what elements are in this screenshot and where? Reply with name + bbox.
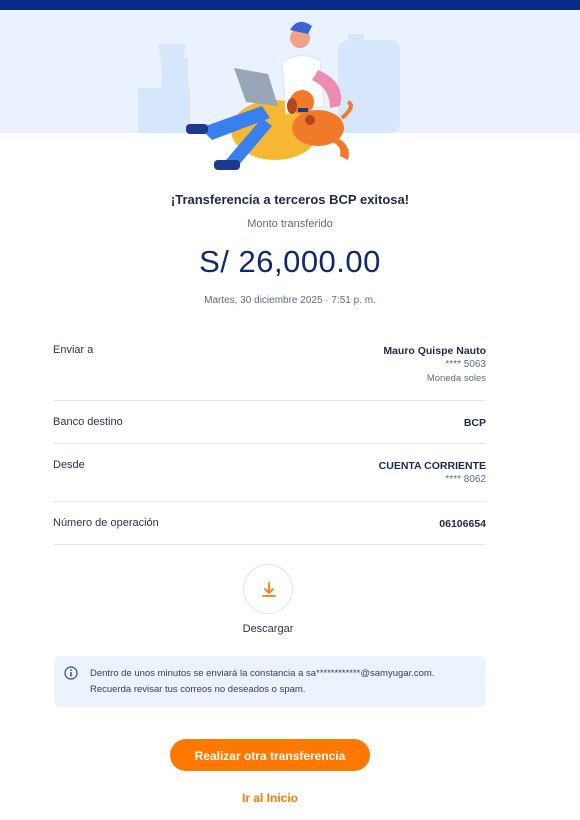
detail-values: BCP (464, 416, 486, 430)
recipient-account: **** 5063 (445, 359, 486, 370)
detail-row-bank: Banco destino BCP (53, 416, 486, 444)
bank-value: BCP (463, 417, 486, 429)
detail-label: Número de operación (53, 517, 159, 529)
info-notice: Dentro de unos minutos se enviará la con… (54, 656, 486, 707)
download-label: Descargar (242, 623, 294, 635)
info-text: Dentro de unos minutos se enviará la con… (90, 666, 434, 698)
detail-row-recipient: Enviar a Mauro Quispe Nauto **** 5063 Mo… (53, 344, 486, 401)
top-bar (0, 0, 580, 10)
go-home-link[interactable]: Ir al Inicio (0, 791, 540, 805)
recipient-name: Mauro Quispe Nauto (383, 345, 486, 357)
transaction-date: Martes, 30 diciembre 2025 · 7:51 p. m. (204, 295, 376, 306)
info-icon (64, 666, 78, 680)
download-button[interactable] (243, 564, 293, 614)
detail-values: Mauro Quispe Nauto **** 5063 Moneda sole… (383, 344, 486, 386)
detail-label: Banco destino (53, 416, 123, 428)
source-account-type: CUENTA CORRIENTE (378, 460, 486, 472)
download-icon (262, 582, 276, 597)
detail-row-operation: Número de operación 06106654 (53, 517, 486, 545)
info-line-2: Recuerda revisar tus correos no deseados… (90, 684, 306, 695)
detail-values: CUENTA CORRIENTE **** 8062 (379, 459, 486, 487)
detail-values: 06106654 (439, 517, 486, 531)
recipient-currency: Moneda soles (426, 373, 486, 384)
detail-label: Desde (53, 459, 85, 471)
amount-label: Monto transferido (247, 218, 333, 230)
person-with-dog-illustration (138, 21, 400, 170)
new-transfer-button[interactable]: Realizar otra transferencia (170, 739, 370, 771)
detail-row-source: Desde CUENTA CORRIENTE **** 8062 (53, 459, 486, 502)
page-title: ¡Transferencia a terceros BCP exitosa! (170, 192, 410, 207)
amount-value: S/ 26,000.00 (199, 244, 381, 279)
info-line-1: Dentro de unos minutos se enviará la con… (90, 668, 435, 679)
operation-number: 06106654 (439, 518, 486, 530)
detail-label: Enviar a (53, 344, 94, 356)
hero-illustration (0, 10, 580, 170)
source-account-number: **** 8062 (445, 474, 486, 485)
